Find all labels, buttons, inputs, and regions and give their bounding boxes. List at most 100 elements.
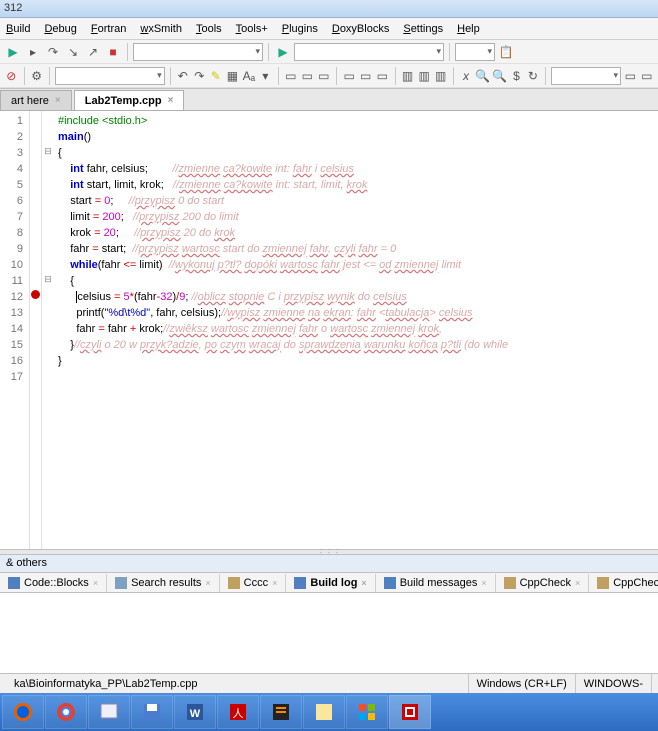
view2-icon[interactable]: ▥ — [417, 67, 432, 85]
browse1-icon[interactable]: ▭ — [623, 67, 638, 85]
task-pdf[interactable]: 人 — [217, 695, 259, 729]
bottom-panel-title: & others — [0, 555, 658, 573]
find-combo[interactable] — [551, 67, 621, 85]
task-chrome[interactable] — [45, 695, 87, 729]
view1-icon[interactable]: ▥ — [400, 67, 415, 85]
tab-label: Cccc — [244, 577, 268, 589]
status-encoding: WINDOWS- — [576, 674, 652, 693]
undo-icon[interactable]: ↶ — [176, 67, 191, 85]
bottom-tab[interactable]: Search results × — [107, 574, 220, 592]
menu-debug[interactable]: Debug — [44, 23, 76, 35]
format-icon[interactable]: Aₐ — [242, 67, 257, 85]
step-out-icon[interactable]: ↗ — [84, 43, 102, 61]
step-over-icon[interactable]: ↷ — [44, 43, 62, 61]
breakpoint-icon[interactable] — [31, 290, 40, 299]
code-area[interactable]: #include <stdio.h>main(){ int fahr, cels… — [54, 111, 658, 549]
task-save[interactable] — [131, 695, 173, 729]
fold-gutter[interactable]: ⊟⊟ — [42, 111, 54, 549]
breakpoint-gutter[interactable] — [30, 111, 42, 549]
task-explorer[interactable] — [88, 695, 130, 729]
step-into-icon[interactable]: ↘ — [64, 43, 82, 61]
editor-tab[interactable]: art here× — [0, 90, 72, 110]
task-codeblocks[interactable] — [389, 695, 431, 729]
zoom-out-icon[interactable]: 🔍 — [492, 67, 507, 85]
toolbar-area: ▶ ▸ ↷ ↘ ↗ ■ ▶ 📋 ⊘ ⚙ ↶ ↷ ✎ ▦ Aₐ ▾ ▭ ▭ ▭ ▭… — [0, 40, 658, 89]
abort-icon[interactable]: ⊘ — [4, 67, 19, 85]
close-icon[interactable]: × — [575, 578, 580, 588]
bottom-panel: & others Code::Blocks ×Search results ×C… — [0, 555, 658, 673]
editor-tabs: art here×Lab2Temp.cpp× — [0, 89, 658, 111]
close-icon[interactable]: × — [361, 578, 366, 588]
toolbar-row-2: ⊘ ⚙ ↶ ↷ ✎ ▦ Aₐ ▾ ▭ ▭ ▭ ▭ ▭ ▭ ▥ ▥ ▥ x 🔍 🔍… — [0, 64, 658, 88]
menu-fortran[interactable]: Fortran — [91, 23, 126, 35]
tab-icon — [228, 577, 240, 589]
build-log-content[interactable] — [0, 593, 658, 673]
toolbar-row-1: ▶ ▸ ↷ ↘ ↗ ■ ▶ 📋 — [0, 40, 658, 64]
close-icon[interactable]: × — [55, 95, 61, 106]
tab-label: Code::Blocks — [24, 577, 89, 589]
stop-icon[interactable]: ■ — [104, 43, 122, 61]
bottom-tab[interactable]: Build messages × — [376, 574, 496, 592]
code-editor[interactable]: 1234567891011121314151617 ⊟⊟ #include <s… — [0, 111, 658, 549]
bottom-tabs: Code::Blocks ×Search results ×Cccc ×Buil… — [0, 573, 658, 593]
bottom-tab[interactable]: CppCheck messages × — [589, 574, 658, 592]
tab-icon — [504, 577, 516, 589]
sel3-icon[interactable]: ▭ — [317, 67, 332, 85]
close-icon[interactable]: × — [481, 578, 486, 588]
browse2-icon[interactable]: ▭ — [640, 67, 655, 85]
bottom-tab[interactable]: CppCheck × — [496, 574, 590, 592]
menu-help[interactable]: Help — [457, 23, 480, 35]
menu-plugins[interactable]: Plugins — [282, 23, 318, 35]
statusbar: ka\Bioinformatyka_PP\Lab2Temp.cpp Window… — [0, 673, 658, 693]
status-path: ka\Bioinformatyka_PP\Lab2Temp.cpp — [6, 674, 469, 693]
debug-continue-icon[interactable]: ▶ — [4, 43, 22, 61]
refresh-icon[interactable]: ↻ — [526, 67, 541, 85]
close-icon[interactable]: × — [93, 578, 98, 588]
build-icon[interactable]: ⚙ — [29, 67, 44, 85]
close-icon[interactable]: × — [272, 578, 277, 588]
var-icon[interactable]: x — [459, 67, 474, 85]
dropdown-icon[interactable]: ▾ — [258, 67, 273, 85]
windows-taskbar: W 人 — [0, 693, 658, 731]
bottom-tab[interactable]: Cccc × — [220, 574, 287, 592]
task-word[interactable]: W — [174, 695, 216, 729]
debug-target-combo[interactable] — [133, 43, 263, 61]
sel2-icon[interactable]: ▭ — [300, 67, 315, 85]
menu-build[interactable]: Build — [6, 23, 30, 35]
view3-icon[interactable]: ▥ — [433, 67, 448, 85]
sel1-icon[interactable]: ▭ — [284, 67, 299, 85]
zoom-icon[interactable]: 🔍 — [475, 67, 490, 85]
win2-icon[interactable]: ▭ — [358, 67, 373, 85]
menu-tools+[interactable]: Tools+ — [236, 23, 268, 35]
task-media[interactable] — [260, 695, 302, 729]
symbol-combo[interactable] — [55, 67, 165, 85]
tab-label: Build messages — [400, 577, 478, 589]
play-icon[interactable]: ▶ — [274, 43, 292, 61]
bottom-tab[interactable]: Code::Blocks × — [0, 574, 107, 592]
tab-label: CppCheck messages — [613, 577, 658, 589]
menu-settings[interactable]: Settings — [403, 23, 443, 35]
menu-doxyblocks[interactable]: DoxyBlocks — [332, 23, 389, 35]
menu-wxsmith[interactable]: wxSmith — [140, 23, 182, 35]
win3-icon[interactable]: ▭ — [375, 67, 390, 85]
target-combo[interactable] — [294, 43, 444, 61]
paste-icon[interactable]: 📋 — [497, 43, 515, 61]
menu-tools[interactable]: Tools — [196, 23, 222, 35]
editor-tab[interactable]: Lab2Temp.cpp× — [74, 90, 185, 110]
extra-combo[interactable] — [455, 43, 495, 61]
task-notes[interactable] — [303, 695, 345, 729]
task-firefox[interactable] — [2, 695, 44, 729]
redo-icon[interactable]: ↷ — [192, 67, 207, 85]
run-to-cursor-icon[interactable]: ▸ — [24, 43, 42, 61]
block-icon[interactable]: ▦ — [225, 67, 240, 85]
close-icon[interactable]: × — [168, 95, 174, 106]
highlight-icon[interactable]: ✎ — [209, 67, 224, 85]
bottom-tab[interactable]: Build log × — [286, 574, 375, 592]
task-windows[interactable] — [346, 695, 388, 729]
settings-icon[interactable]: $ — [509, 67, 524, 85]
status-eol: Windows (CR+LF) — [469, 674, 576, 693]
svg-text:W: W — [190, 708, 201, 720]
win1-icon[interactable]: ▭ — [342, 67, 357, 85]
menubar: Build Debug Fortran wxSmith Tools Tools+ Plugi… — [0, 18, 658, 40]
close-icon[interactable]: × — [205, 578, 210, 588]
